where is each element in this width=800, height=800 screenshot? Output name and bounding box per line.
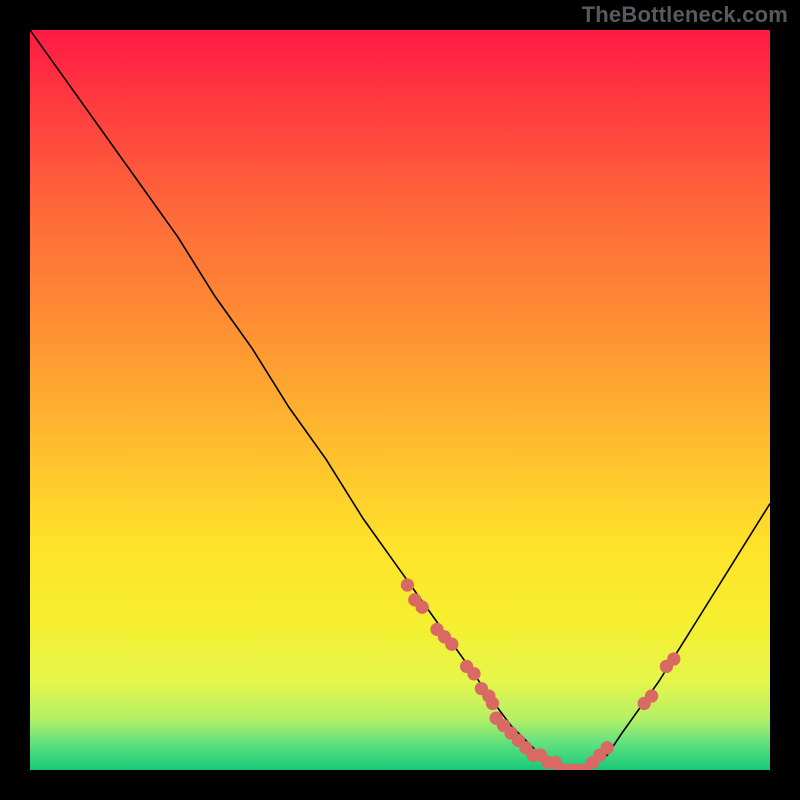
- watermark-text: TheBottleneck.com: [582, 2, 788, 28]
- marker-markers-right: [667, 652, 680, 665]
- marker-markers-left: [486, 697, 499, 710]
- marker-markers-left: [467, 667, 480, 680]
- bottleneck-chart: [30, 30, 770, 770]
- marker-markers-right: [645, 689, 658, 702]
- marker-markers-left: [401, 578, 414, 591]
- plot-background: [30, 30, 770, 770]
- chart-root: TheBottleneck.com: [0, 0, 800, 800]
- marker-markers-left: [416, 601, 429, 614]
- marker-markers-valley: [601, 741, 614, 754]
- marker-markers-left: [445, 638, 458, 651]
